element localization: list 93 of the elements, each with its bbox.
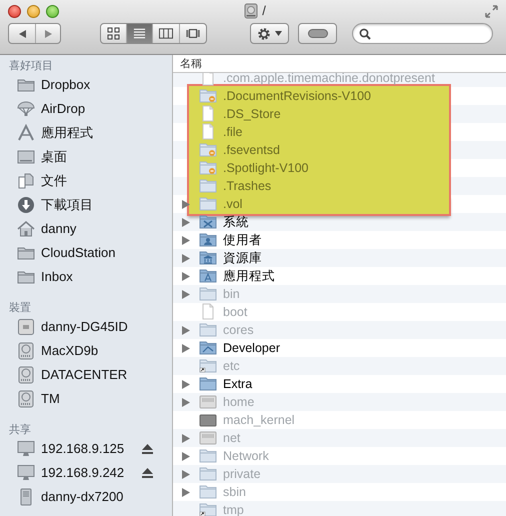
sidebar-item[interactable]: 桌面: [0, 145, 172, 169]
file-name: .Trashes: [223, 178, 272, 195]
sidebar-heading: 喜好項目: [8, 59, 54, 73]
column-header[interactable]: 名稱: [180, 58, 202, 70]
file-name: tmp: [223, 502, 244, 516]
disclosure-triangle-icon[interactable]: [182, 272, 190, 280]
pill-icon: [308, 29, 328, 38]
file-name: .DocumentRevisions-V100: [223, 88, 371, 105]
download-icon: [17, 196, 35, 214]
file-name: sbin: [223, 484, 246, 501]
documents-icon: [17, 172, 35, 190]
disclosure-triangle-icon[interactable]: [182, 452, 190, 460]
disclosure-triangle-icon[interactable]: [182, 236, 190, 244]
disclosure-triangle-icon[interactable]: [182, 380, 190, 388]
file-name: private: [223, 466, 261, 483]
sidebar-item[interactable]: DATACENTER: [0, 363, 172, 387]
disclosure-triangle-icon[interactable]: [182, 470, 190, 478]
fullscreen-icon[interactable]: [485, 4, 498, 18]
disclosure-triangle-icon[interactable]: [182, 254, 190, 262]
sidebar-heading: 裝置: [8, 301, 32, 315]
disclosure-triangle-icon[interactable]: [182, 398, 190, 406]
disclosure-triangle-icon[interactable]: [182, 488, 190, 496]
grid-icon: [107, 27, 120, 40]
file-name: bin: [223, 286, 240, 303]
gear-icon: [257, 26, 271, 40]
columns-icon: [159, 27, 173, 40]
sidebar-item[interactable]: danny: [0, 217, 172, 241]
zoom-button[interactable]: [46, 4, 59, 18]
sidebar-item[interactable]: 應用程式: [0, 121, 172, 145]
window-title: /: [262, 2, 266, 20]
list-icon: [133, 27, 146, 40]
disclosure-triangle-icon[interactable]: [182, 218, 190, 226]
sidebar-item[interactable]: 192.168.9.242: [0, 461, 172, 485]
parachute-icon: [17, 100, 35, 118]
file-name: etc: [223, 358, 240, 375]
desktop-icon: [17, 148, 35, 166]
view-mode-control[interactable]: [100, 23, 207, 44]
sidebar-item[interactable]: CloudStation: [0, 241, 172, 265]
disclosure-triangle-icon[interactable]: [182, 200, 190, 208]
back-arrow-icon: [18, 28, 26, 38]
disclosure-triangle-icon[interactable]: [182, 434, 190, 442]
monitor-icon: [17, 464, 35, 482]
house-icon: [17, 220, 35, 238]
file-name: .fseventsd: [223, 142, 280, 159]
caret-icon: [275, 31, 282, 36]
hard-drive-icon: [17, 342, 35, 360]
sidebar-item[interactable]: 文件: [0, 169, 172, 193]
forward-arrow-icon: [44, 28, 52, 38]
sidebar-item[interactable]: Dropbox: [0, 73, 172, 97]
view-mode-button[interactable]: [126, 24, 152, 43]
close-button[interactable]: [8, 4, 21, 18]
sidebar-item[interactable]: Inbox: [0, 265, 172, 289]
sidebar-item[interactable]: danny-DG45ID: [0, 315, 172, 339]
file-name: 應用程式: [223, 268, 275, 285]
sidebar-item[interactable]: TM: [0, 387, 172, 411]
file-name: boot: [223, 304, 248, 321]
eject-icon[interactable]: [142, 444, 154, 454]
search-icon: [359, 28, 371, 40]
sidebar-item[interactable]: MacXD9b: [0, 339, 172, 363]
sidebar-item[interactable]: 下載項目: [0, 193, 172, 217]
hard-drive-icon: [17, 390, 35, 408]
file-name: mach_kernel: [223, 412, 295, 429]
eject-icon[interactable]: [142, 468, 154, 478]
computer-icon: [17, 318, 35, 336]
file-name: Network: [223, 448, 269, 465]
toggle-button[interactable]: [298, 23, 337, 44]
minimize-button[interactable]: [27, 4, 40, 18]
sidebar-item[interactable]: AirDrop: [0, 97, 172, 121]
file-name: .file: [223, 124, 242, 141]
file-name: .vol: [223, 196, 242, 213]
coverflow-icon: [186, 27, 200, 40]
sidebar-item[interactable]: danny-dx7200: [0, 485, 172, 509]
sidebar-heading: 共享: [8, 423, 32, 437]
file-name: net: [223, 430, 240, 447]
file-name: .DS_Store: [223, 106, 281, 123]
file-name: Extra: [223, 376, 252, 393]
sidebar-item[interactable]: 192.168.9.125: [0, 437, 172, 461]
file-name: .Spotlight-V100: [223, 160, 308, 177]
hard-drive-icon: [17, 366, 35, 384]
file-name: Developer: [223, 340, 280, 357]
file-name: home: [223, 394, 254, 411]
search-field[interactable]: [352, 23, 493, 44]
hard-drive-icon: [244, 3, 258, 19]
file-name: 系統: [223, 214, 249, 231]
disclosure-triangle-icon[interactable]: [182, 344, 190, 352]
file-name: cores: [223, 322, 254, 339]
monitor-icon: [17, 440, 35, 458]
disclosure-triangle-icon[interactable]: [182, 290, 190, 298]
disclosure-triangle-icon[interactable]: [182, 326, 190, 334]
navigation-control[interactable]: [8, 23, 61, 44]
file-name: 資源庫: [223, 250, 262, 267]
file-name: 使用者: [223, 232, 262, 249]
action-menu-button[interactable]: [250, 23, 289, 44]
